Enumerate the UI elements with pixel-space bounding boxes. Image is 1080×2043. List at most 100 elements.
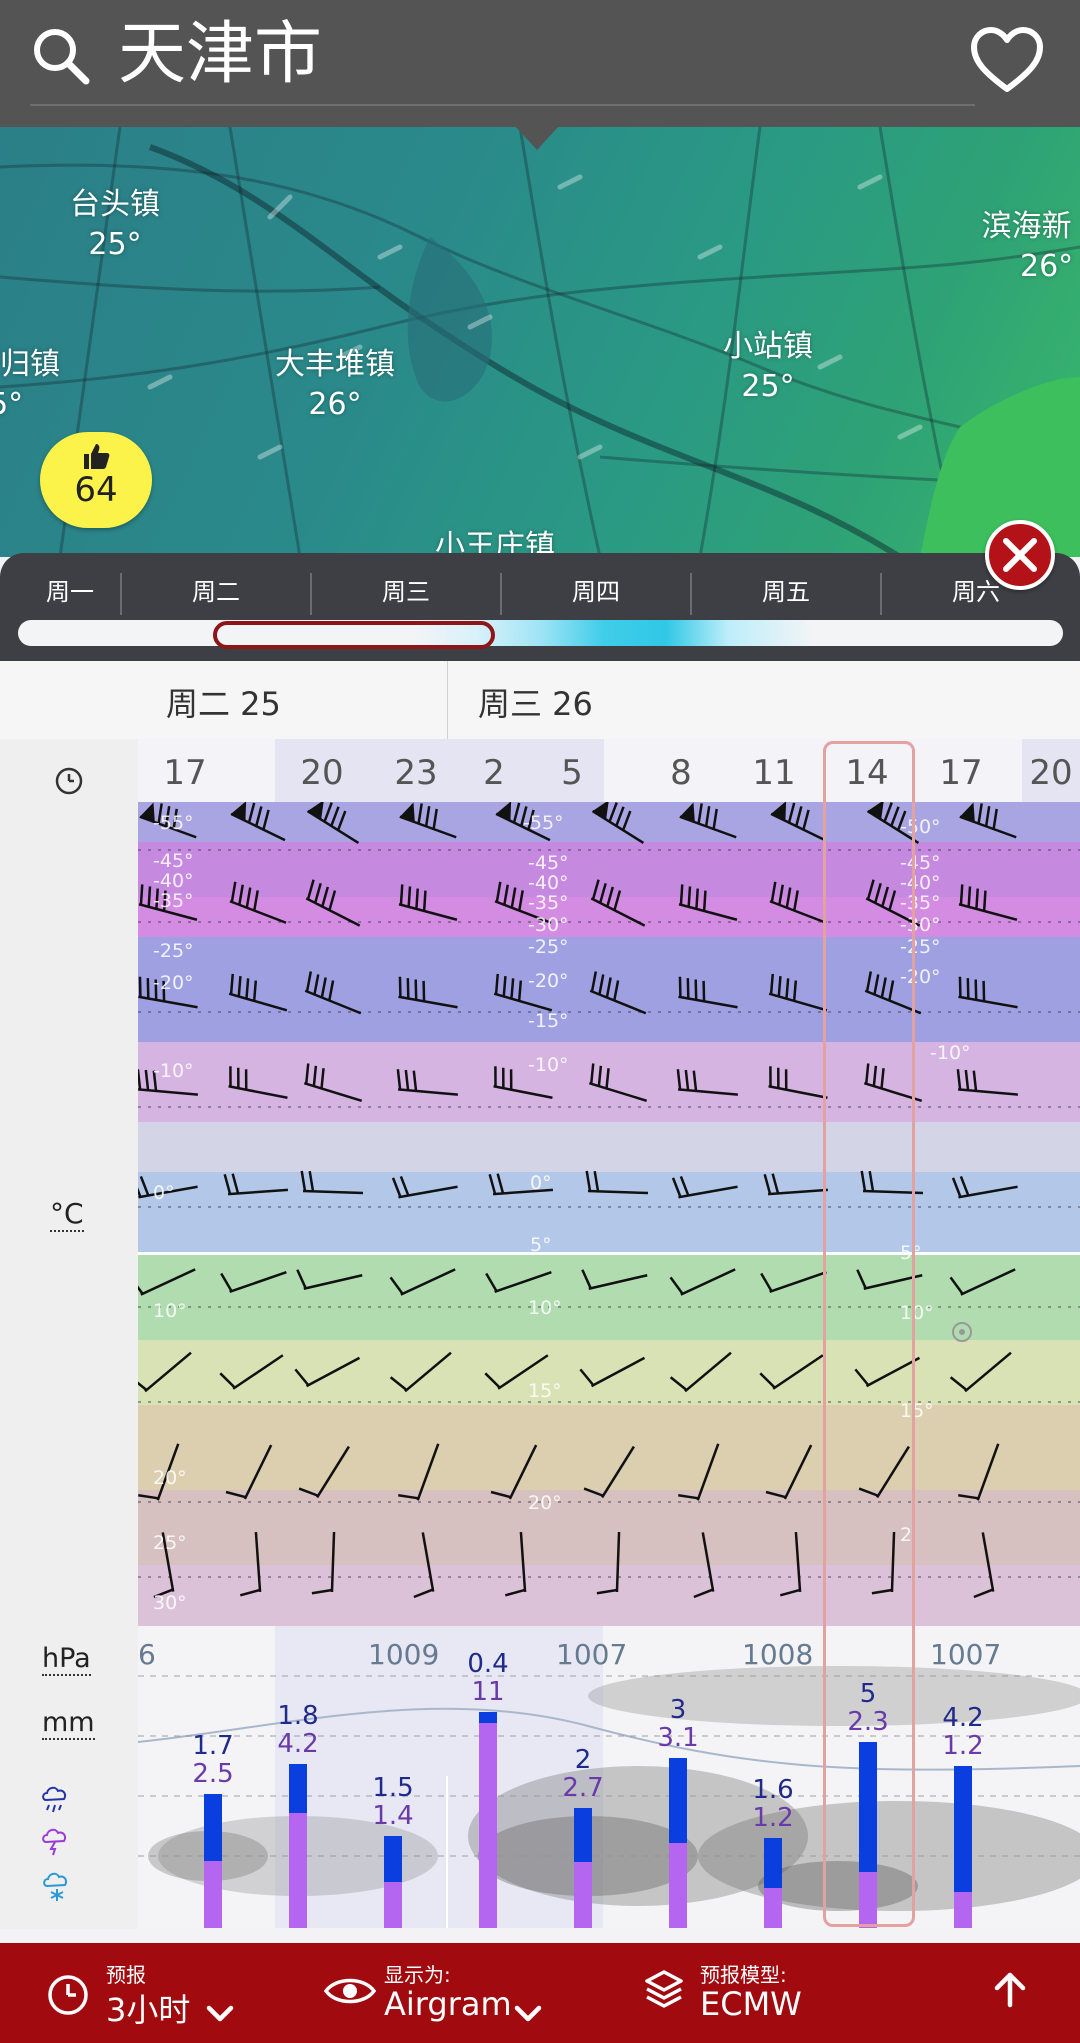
precip-convective-label: 3.1 (657, 1723, 699, 1753)
chevron-down-icon (514, 2005, 542, 2022)
precip-convective-label: 1.2 (942, 1731, 984, 1761)
pressure-precip-panel: 6 1009 1007 1008 1007 1.7 2.5 1.8 4.2 1.5 1.4… (138, 1626, 1080, 1928)
thunderstorm-icon (42, 1828, 67, 1856)
city-title[interactable]: 天津市 (118, 10, 322, 100)
pressure-unit-label[interactable]: hPa (42, 1644, 91, 1676)
map-place-yuangui[interactable]: 原归镇 25° (0, 345, 60, 425)
precip-total-label: 0.4 (467, 1649, 509, 1679)
bottom-toolbar: 预报 3小时 显示为: Airgram 预报模型: ECMW (0, 1943, 1080, 2043)
hour-cell[interactable]: 17 (138, 739, 232, 802)
close-icon (1003, 538, 1037, 572)
day-selector: 周一 周二 周三 周四 周五 周六 (0, 553, 1080, 661)
precip-total-label: 4.2 (942, 1703, 984, 1733)
precip-convective-label: 4.2 (277, 1729, 319, 1759)
date-label-wed: 周三 26 (478, 685, 593, 723)
forecast-label: 预报 (106, 1963, 146, 1987)
precip-bar-convective (954, 1892, 972, 1928)
search-underline (30, 104, 975, 106)
axis-column (0, 739, 138, 1929)
timeline-window-handle[interactable] (213, 621, 495, 649)
precip-bar-rain (204, 1794, 222, 1861)
clock-icon (48, 1975, 88, 2015)
precip-bar-convective (574, 1862, 592, 1928)
precip-bar-rain (764, 1838, 782, 1888)
day-tab-wed[interactable]: 周三 (312, 567, 500, 617)
weather-score-badge[interactable]: 64 (40, 432, 152, 528)
precip-convective-label: 11 (471, 1677, 505, 1707)
precip-convective-label: 2.5 (192, 1759, 234, 1789)
hour-cell[interactable]: 8 (634, 739, 728, 802)
precip-bar-rain (954, 1766, 972, 1892)
timeline-slider[interactable] (18, 620, 1063, 646)
map-roads (0, 127, 1080, 557)
hour-cell[interactable]: 20 (275, 739, 369, 802)
display-mode-button[interactable]: 显示为: Airgram (316, 1943, 636, 2043)
precip-total-label: 1.5 (372, 1773, 414, 1803)
precip-bar-convective (289, 1813, 307, 1928)
forecast-value: 3小时 (106, 1991, 191, 2029)
precip-total-label: 1.6 (752, 1775, 794, 1805)
precip-bar-rain (669, 1758, 687, 1843)
snow-icon (43, 1872, 68, 1901)
pressure-value: 6 (138, 1638, 156, 1671)
precip-convective-label: 1.4 (372, 1801, 414, 1831)
hour-cell[interactable]: 20 (1022, 739, 1080, 802)
thumbs-up-icon (84, 444, 110, 469)
model-label: 预报模型: (700, 1963, 787, 1987)
pressure-value: 1007 (556, 1638, 628, 1671)
precip-total-label: 1.8 (277, 1701, 319, 1731)
chevron-down-icon (206, 2005, 234, 2022)
hour-cell[interactable]: 5 (540, 739, 604, 802)
pressure-value: 1008 (742, 1638, 814, 1671)
precip-bar-convective (669, 1843, 687, 1928)
pressure-value: 1007 (930, 1638, 1002, 1671)
search-icon[interactable] (30, 25, 92, 87)
forecast-interval-button[interactable]: 预报 3小时 (0, 1943, 310, 2043)
precip-total-label: 2 (574, 1745, 592, 1775)
hour-cell[interactable]: 17 (914, 739, 1008, 802)
precip-total-label: 1.7 (192, 1731, 234, 1761)
weather-map[interactable]: 台头镇 25° 滨海新 26° 大丰堆镇 26° 小站镇 25° 原归镇 25°… (0, 127, 1080, 557)
precip-bar-rain (574, 1808, 592, 1862)
selected-time-column[interactable] (823, 741, 915, 1927)
layers-icon (645, 1970, 683, 2008)
map-place-taitou[interactable]: 台头镇 25° (70, 185, 160, 265)
day-tab-thu[interactable]: 周四 (502, 567, 690, 617)
precip-total-label: 3 (669, 1695, 687, 1725)
forecast-model-button[interactable]: 预报模型: ECMW (640, 1943, 960, 2043)
close-button[interactable] (985, 520, 1055, 590)
date-separator (447, 661, 448, 739)
date-label-tue: 周二 25 (166, 685, 281, 723)
day-tab-fri[interactable]: 周五 (692, 567, 880, 617)
precip-bar-convective (384, 1882, 402, 1928)
map-place-binhai[interactable]: 滨海新 26° (980, 207, 1074, 287)
day-tab-tue[interactable]: 周二 (122, 567, 310, 617)
hour-cell[interactable]: 2 (447, 739, 541, 802)
map-place-dafengdui[interactable]: 大丰堆镇 26° (275, 345, 395, 425)
precip-bar-rain (289, 1764, 307, 1813)
score-value: 64 (74, 470, 118, 510)
rain-icon (42, 1786, 67, 1813)
search-header: 天津市 (0, 0, 1080, 127)
precip-convective-label: 2.7 (562, 1773, 604, 1803)
clock-icon (55, 767, 83, 795)
date-header-row: 周二 25 周三 26 (0, 661, 1080, 739)
precip-unit-label[interactable]: mm (42, 1708, 95, 1740)
precip-bar-convective (764, 1888, 782, 1928)
location-pointer (515, 126, 559, 150)
temp-unit-label[interactable]: °C (50, 1198, 84, 1232)
arrow-up-icon[interactable] (990, 1969, 1030, 2009)
precip-bar-convective (479, 1723, 497, 1928)
pressure-value: 1009 (368, 1638, 440, 1671)
heart-icon[interactable] (970, 27, 1044, 93)
precip-bar-rain (479, 1712, 497, 1723)
precip-bar-rain (384, 1836, 402, 1882)
hour-cell[interactable]: 11 (727, 739, 821, 802)
display-value: Airgram (384, 1985, 512, 2023)
map-place-xiaozhan[interactable]: 小站镇 25° (723, 327, 813, 407)
precip-convective-label: 1.2 (752, 1803, 794, 1833)
model-value: ECMW (700, 1985, 802, 2023)
precip-bar-convective (204, 1861, 222, 1928)
day-tab-mon[interactable]: 周一 (20, 567, 120, 617)
airgram-chart[interactable]: -55° -45° -40° -35° -25° -20° -10° 0° 10… (138, 802, 1080, 1626)
